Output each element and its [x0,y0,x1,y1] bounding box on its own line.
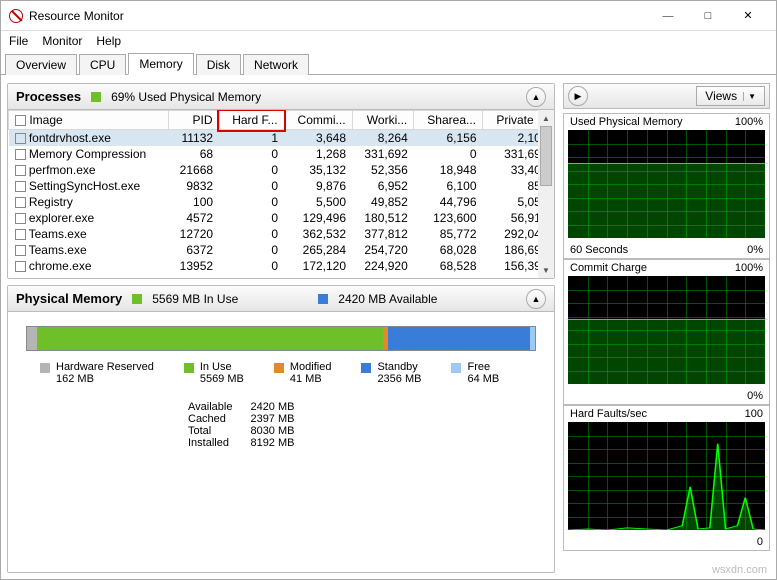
col-commit[interactable]: Commi... [284,111,352,130]
menu-monitor[interactable]: Monitor [42,34,82,48]
col-image[interactable]: Image [29,113,62,127]
watermark: wsxdn.com [712,564,767,576]
tab-memory[interactable]: Memory [128,53,193,75]
physical-memory-panel: Physical Memory 5569 MB In Use 2420 MB A… [7,285,555,573]
maximize-button[interactable]: □ [688,2,728,30]
collapse-graphs-button[interactable]: ▶ [568,86,588,106]
row-checkbox[interactable] [15,165,26,176]
usage-color-icon [91,92,101,102]
window-title: Resource Monitor [29,9,648,23]
processes-title: Processes [16,89,81,104]
tab-cpu[interactable]: CPU [79,54,126,75]
memory-bar [26,326,536,351]
close-button[interactable]: ✕ [728,2,768,30]
table-row[interactable]: perfmon.exe21668035,13252,35618,94833,40… [9,162,554,178]
processes-summary: 69% Used Physical Memory [111,90,261,104]
physmem-title: Physical Memory [16,291,122,306]
memory-legend: Hardware Reserved162 MB In Use5569 MB Modi… [8,361,554,395]
app-icon [9,9,23,23]
legend-item: In Use5569 MB [184,361,244,385]
table-row[interactable]: Memory Compression6801,268331,6920331,69… [9,146,554,162]
views-button[interactable]: Views▼ [696,86,765,106]
row-checkbox[interactable] [15,181,26,192]
processes-scrollbar[interactable]: ▲▼ [538,110,554,278]
row-checkbox[interactable] [15,149,26,160]
minimize-button[interactable]: — [648,2,688,30]
memory-stats: AvailableCachedTotalInstalled 2420 MB239… [8,395,554,459]
table-row[interactable]: Registry10005,50049,85244,7965,056 [9,194,554,210]
collapse-physmem-button[interactable]: ▲ [526,289,546,309]
row-checkbox[interactable] [15,133,26,144]
col-shareable[interactable]: Sharea... [414,111,483,130]
processes-panel: Processes 69% Used Physical Memory ▲ Ima… [7,83,555,279]
menu-file[interactable]: File [9,34,28,48]
tab-disk[interactable]: Disk [196,54,241,75]
graph: Commit Charge100%0% [563,259,770,405]
table-row[interactable]: SettingSyncHost.exe983209,8766,9526,1008… [9,178,554,194]
tab-network[interactable]: Network [243,54,309,75]
legend-item: Modified41 MB [274,361,332,385]
table-row[interactable]: fontdrvhost.exe1113213,6488,2646,1562,10… [9,130,554,147]
graph: Hard Faults/sec1000 [563,405,770,551]
processes-header[interactable]: Processes 69% Used Physical Memory ▲ [8,84,554,110]
row-checkbox[interactable] [15,229,26,240]
col-pid[interactable]: PID [169,111,220,130]
legend-item: Hardware Reserved162 MB [40,361,154,385]
inuse-color-icon [132,294,142,304]
table-row[interactable]: chrome.exe139520172,120224,92068,528156,… [9,258,554,274]
tabstrip: Overview CPU Memory Disk Network [1,51,776,75]
row-checkbox[interactable] [15,245,26,256]
physmem-avail: 2420 MB Available [338,292,437,306]
col-working[interactable]: Worki... [352,111,414,130]
graph: Used Physical Memory100%60 Seconds0% [563,113,770,259]
menu-help[interactable]: Help [96,34,121,48]
processes-table: Image PID Hard F... Commi... Worki... Sh… [8,110,554,274]
col-hard-faults[interactable]: Hard F... [219,111,284,130]
tab-overview[interactable]: Overview [5,54,77,75]
row-checkbox[interactable] [15,213,26,224]
table-row[interactable]: Teams.exe127200362,532377,81285,772292,0… [9,226,554,242]
row-checkbox[interactable] [15,261,26,272]
physmem-header[interactable]: Physical Memory 5569 MB In Use 2420 MB A… [8,286,554,312]
legend-item: Free64 MB [451,361,499,385]
row-checkbox[interactable] [15,197,26,208]
menubar: File Monitor Help [1,31,776,51]
legend-item: Standby2356 MB [361,361,421,385]
titlebar: Resource Monitor — □ ✕ [1,1,776,31]
table-row[interactable]: explorer.exe45720129,496180,512123,60056… [9,210,554,226]
table-row[interactable]: Teams.exe63720265,284254,72068,028186,69… [9,242,554,258]
graphs-header: ▶ Views▼ [563,83,770,109]
select-all-checkbox[interactable] [15,115,26,126]
collapse-processes-button[interactable]: ▲ [526,87,546,107]
avail-color-icon [318,294,328,304]
physmem-inuse: 5569 MB In Use [152,292,238,306]
